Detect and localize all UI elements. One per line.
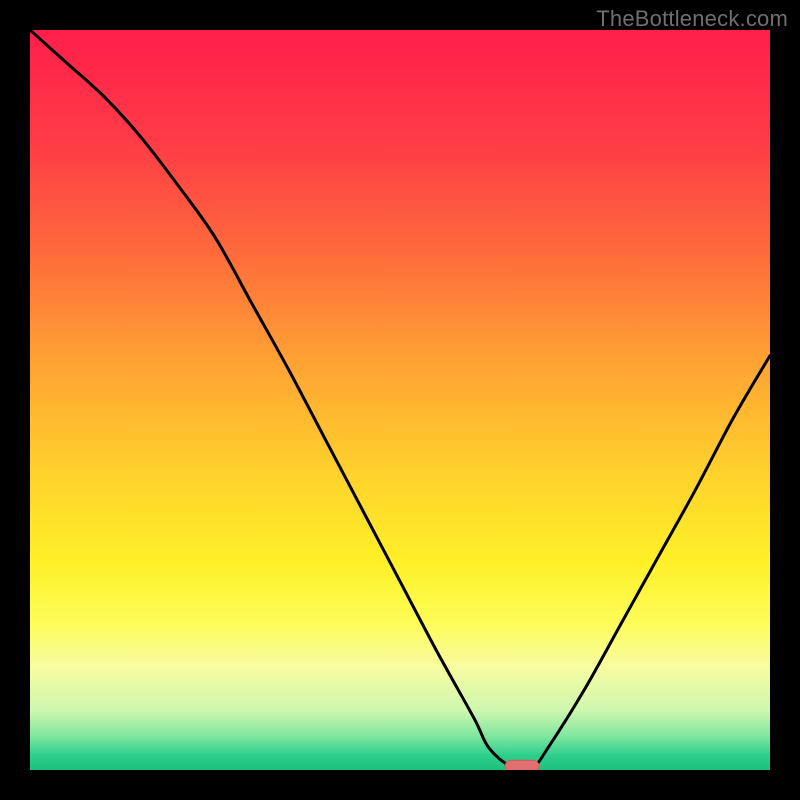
watermark-text: TheBottleneck.com xyxy=(596,6,788,32)
optimal-marker xyxy=(505,760,539,770)
plot-area xyxy=(30,30,770,770)
chart-frame: TheBottleneck.com xyxy=(0,0,800,800)
gradient-background xyxy=(30,30,770,770)
chart-svg xyxy=(30,30,770,770)
